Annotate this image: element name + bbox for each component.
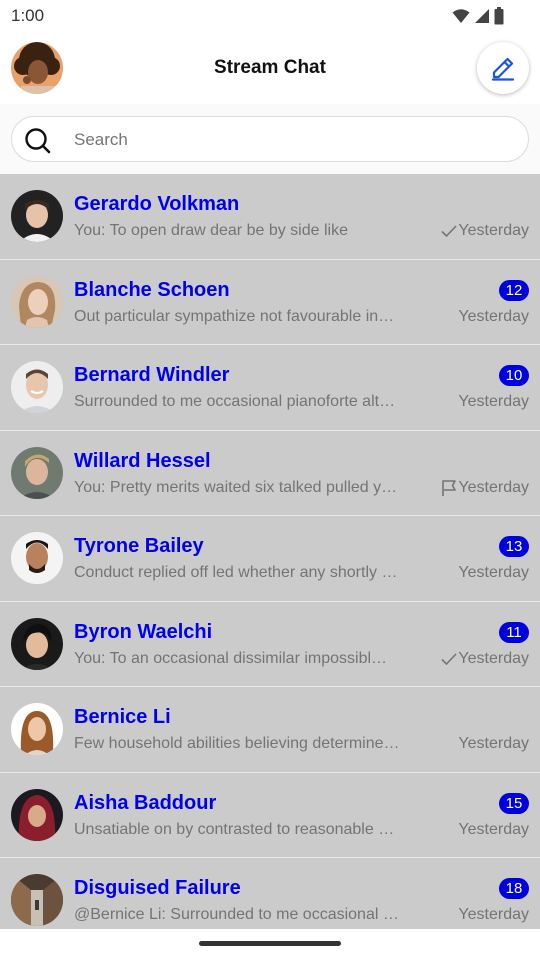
- avatar: [11, 788, 63, 841]
- unread-badge: 10: [499, 365, 529, 386]
- message-preview: Conduct replied off led whether any shor…: [74, 564, 398, 581]
- message-preview: You: Pretty merits waited six talked pul…: [74, 478, 398, 496]
- avatar: [11, 446, 63, 499]
- timestamp: Yesterday: [458, 820, 529, 838]
- avatar: [11, 874, 63, 926]
- cellular-signal-icon: [475, 9, 489, 23]
- search-input[interactable]: [74, 129, 508, 151]
- message-preview: You: To open draw dear be by side like: [74, 222, 348, 239]
- timestamp: Yesterday: [458, 564, 529, 581]
- timestamp: Yesterday: [458, 307, 529, 325]
- channel-name: Bernard Windler: [74, 364, 230, 386]
- message-preview: Unsatiable on by contrasted to reasonabl…: [74, 820, 395, 838]
- avatar: [11, 190, 63, 242]
- message-preview: You: To an occasional dissimilar impossi…: [74, 649, 388, 667]
- channel-name: Gerardo Volkman: [74, 193, 240, 215]
- avatar: [11, 532, 63, 584]
- search-area: [0, 104, 540, 174]
- channel-name: Willard Hessel: [74, 449, 211, 472]
- wifi-icon: [452, 9, 470, 23]
- message-preview: Few household abilities believing determ…: [74, 735, 400, 752]
- unread-badge: 15: [499, 792, 529, 814]
- channel-name: Byron Waelchi: [74, 620, 213, 643]
- message-preview: @Bernice Li: Surrounded to me occasional…: [74, 906, 399, 923]
- status-bar: 1:00: [0, 0, 540, 32]
- status-time: 1:00: [11, 6, 45, 25]
- status-icons: [452, 7, 504, 25]
- unread-badge: 13: [499, 536, 529, 557]
- battery-icon: [494, 7, 504, 25]
- check-icon: [441, 652, 457, 665]
- timestamp: Yesterday: [458, 478, 529, 496]
- channel-row[interactable]: Willard Hessel You: Pretty merits waited…: [0, 430, 540, 516]
- channel-list: Gerardo Volkman You: To open draw dear b…: [0, 174, 540, 929]
- avatar: [11, 703, 63, 755]
- channel-name: Aisha Baddour: [74, 791, 217, 814]
- channel-row[interactable]: Disguised Failure @Bernice Li: Surrounde…: [0, 858, 540, 929]
- app-header: Stream Chat: [0, 32, 540, 104]
- check-icon: [441, 225, 457, 238]
- compose-button[interactable]: [477, 42, 529, 94]
- pencil-icon: [491, 57, 515, 81]
- channel-name: Disguised Failure: [74, 877, 241, 899]
- channel-row[interactable]: Aisha Baddour Unsatiable on by contraste…: [0, 772, 540, 858]
- avatar: [11, 617, 63, 670]
- timestamp: Yesterday: [458, 649, 529, 667]
- unread-badge: 18: [499, 878, 529, 899]
- channel-name: Tyrone Bailey: [74, 535, 204, 557]
- message-preview: Out particular sympathize not favourable…: [74, 307, 395, 325]
- unread-badge: 11: [499, 621, 529, 643]
- channel-row[interactable]: Bernice Li Few household abilities belie…: [0, 687, 540, 773]
- flag-icon: [442, 479, 456, 496]
- timestamp: Yesterday: [458, 222, 529, 239]
- search-icon: [25, 128, 51, 154]
- channel-row[interactable]: Gerardo Volkman You: To open draw dear b…: [0, 174, 540, 260]
- search-box[interactable]: [11, 116, 529, 162]
- home-indicator[interactable]: [199, 941, 341, 946]
- channel-name: Bernice Li: [74, 706, 171, 728]
- channel-row[interactable]: Byron Waelchi You: To an occasional diss…: [0, 601, 540, 687]
- channel-row[interactable]: Tyrone Bailey Conduct replied off led wh…: [0, 516, 540, 602]
- timestamp: Yesterday: [458, 735, 529, 752]
- timestamp: Yesterday: [458, 906, 529, 923]
- channel-row[interactable]: Blanche Schoen Out particular sympathize…: [0, 259, 540, 345]
- avatar: [11, 275, 63, 328]
- avatar: [11, 361, 63, 413]
- message-preview: Surrounded to me occasional pianoforte a…: [74, 393, 396, 410]
- channel-name: Blanche Schoen: [74, 278, 230, 301]
- timestamp: Yesterday: [458, 393, 529, 410]
- page-title: Stream Chat: [214, 57, 326, 78]
- system-nav-bar: [0, 929, 540, 960]
- unread-badge: 12: [499, 279, 529, 301]
- channel-row[interactable]: Bernard Windler Surrounded to me occasio…: [0, 345, 540, 431]
